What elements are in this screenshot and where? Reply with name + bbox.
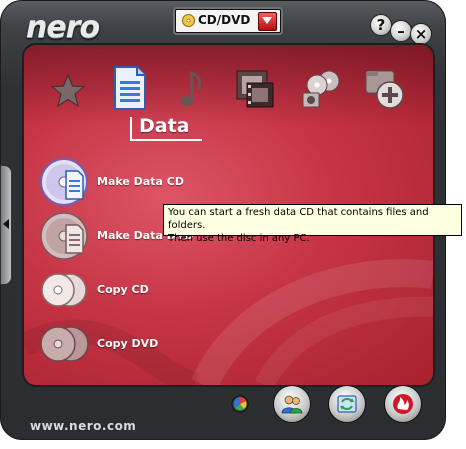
section-title: Data	[139, 115, 190, 137]
data-dvd-icon	[40, 212, 88, 260]
copy-cd-icon	[41, 273, 87, 307]
chevron-down-icon[interactable]	[258, 12, 277, 31]
discs-icon[interactable]	[299, 69, 343, 111]
nero-flame-icon	[393, 394, 413, 414]
film-icon[interactable]	[235, 69, 275, 111]
star-icon[interactable]	[50, 73, 86, 109]
cd-dvd-disc-icon	[182, 14, 195, 27]
nero-logo: nero	[26, 10, 100, 45]
task-label: Copy CD	[97, 283, 149, 296]
add-icon[interactable]	[364, 67, 406, 111]
tooltip-line-2: Then use the disc in any PC.	[168, 233, 310, 244]
tooltip-line-1: You can start a fresh data CD that conta…	[168, 207, 429, 231]
music-note-icon[interactable]	[178, 69, 206, 111]
nero-home-button[interactable]	[384, 385, 422, 423]
users-icon	[281, 395, 303, 414]
task-label: Make Data CD	[97, 175, 184, 188]
close-button[interactable]: ×	[410, 23, 432, 45]
task-make-data-cd[interactable]: Make Data CD	[40, 157, 280, 207]
task-label: Copy DVD	[97, 337, 159, 350]
footer-url[interactable]: www.nero.com	[30, 419, 136, 433]
users-button[interactable]	[273, 385, 311, 423]
side-collapse-handle[interactable]	[0, 165, 12, 285]
minimize-button[interactable]: –	[390, 20, 412, 42]
task-copy-cd[interactable]: Copy CD	[40, 265, 280, 315]
data-cd-icon	[40, 158, 88, 206]
help-button[interactable]: ?	[370, 14, 392, 36]
mode-dropdown[interactable]: CD/DVD	[175, 9, 281, 33]
refresh-icon	[337, 395, 357, 413]
task-copy-dvd[interactable]: Copy DVD	[40, 319, 280, 369]
refresh-button[interactable]	[328, 385, 366, 423]
mode-dropdown-label: CD/DVD	[198, 13, 251, 27]
color-dot-icon[interactable]	[231, 395, 249, 413]
task-tooltip: You can start a fresh data CD that conta…	[163, 204, 462, 244]
document-icon[interactable]	[113, 65, 147, 111]
chevron-left-icon	[3, 219, 9, 229]
copy-dvd-icon	[40, 326, 89, 362]
